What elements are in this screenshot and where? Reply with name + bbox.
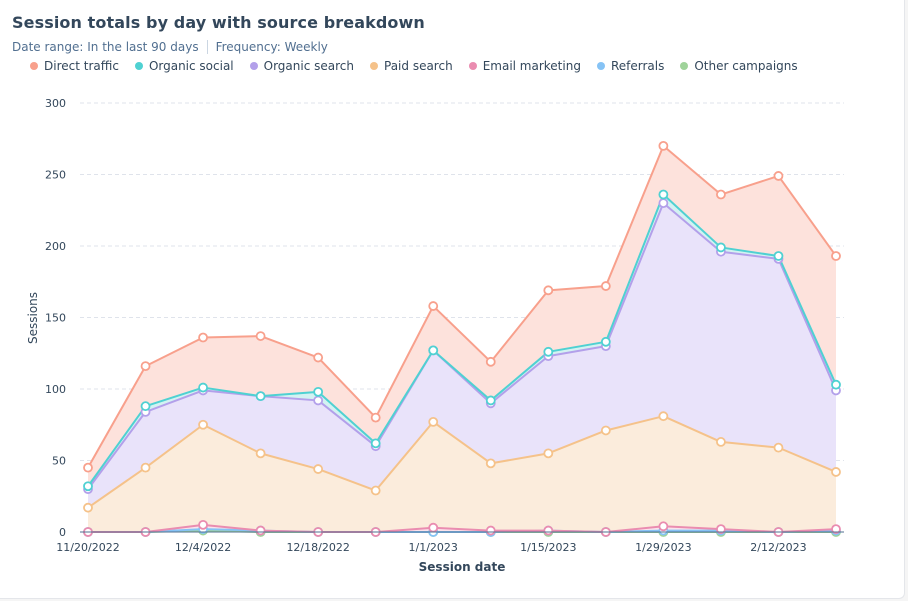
point-organic-social[interactable]	[543, 346, 554, 357]
point-direct-traffic[interactable]	[428, 301, 439, 311]
point-paid-search[interactable]	[543, 448, 554, 459]
point-direct-traffic[interactable]	[773, 171, 784, 181]
point-paid-search[interactable]	[773, 442, 784, 453]
y-tick-label: 300	[45, 97, 66, 110]
point-paid-search[interactable]	[140, 462, 151, 473]
stacked-area-chart: 0 50 100 150 200 250 300 11/20/2022 12/4/2022 12…	[26, 97, 844, 574]
point-direct-traffic[interactable]	[658, 140, 669, 151]
x-tick-label: 1/15/2023	[520, 541, 576, 554]
y-axis-title: Sessions	[26, 292, 40, 344]
point-organic-social[interactable]	[83, 481, 93, 492]
point-paid-search[interactable]	[485, 458, 496, 469]
point-direct-traffic[interactable]	[140, 361, 151, 372]
point-paid-search[interactable]	[600, 425, 611, 436]
point-email-marketing[interactable]	[485, 525, 496, 536]
y-tick-label: 50	[52, 455, 66, 468]
point-direct-traffic[interactable]	[485, 356, 496, 367]
point-direct-traffic[interactable]	[198, 332, 208, 343]
point-direct-traffic[interactable]	[716, 189, 726, 200]
point-email-marketing[interactable]	[255, 525, 266, 536]
point-organic-social[interactable]	[600, 336, 611, 347]
point-organic-social[interactable]	[485, 395, 496, 406]
point-organic-social[interactable]	[140, 401, 151, 412]
x-tick-label: 12/18/2022	[286, 541, 349, 554]
x-tick-label: 11/20/2022	[56, 541, 119, 554]
x-axis: 11/20/2022 12/4/2022 12/18/2022 1/1/2023 1/1…	[56, 531, 844, 554]
point-direct-traffic[interactable]	[255, 331, 266, 341]
point-email-marketing[interactable]	[198, 519, 208, 530]
y-tick-label: 200	[45, 240, 66, 253]
point-email-marketing[interactable]	[543, 525, 554, 536]
y-tick-label: 150	[45, 312, 66, 325]
point-paid-search[interactable]	[370, 485, 381, 496]
point-organic-social[interactable]	[313, 386, 324, 397]
point-direct-traffic[interactable]	[600, 281, 611, 291]
point-organic-social[interactable]	[255, 391, 266, 402]
x-tick-label: 12/4/2022	[175, 541, 231, 554]
x-tick-label: 1/29/2023	[635, 541, 691, 554]
x-tick-label: 2/12/2023	[750, 541, 806, 554]
point-email-marketing[interactable]	[658, 521, 669, 532]
point-direct-traffic[interactable]	[313, 352, 324, 363]
point-organic-social[interactable]	[428, 345, 439, 356]
y-tick-label: 250	[45, 169, 66, 182]
point-direct-traffic[interactable]	[543, 285, 554, 296]
y-axis-ticks: 0 50 100 150 200 250 300	[45, 97, 66, 539]
point-organic-social[interactable]	[198, 382, 208, 393]
point-organic-social[interactable]	[773, 251, 784, 261]
point-paid-search[interactable]	[313, 464, 324, 474]
x-tick-label: 1/1/2023	[409, 541, 458, 554]
point-paid-search[interactable]	[255, 448, 266, 459]
point-paid-search[interactable]	[198, 419, 208, 430]
point-organic-search[interactable]	[313, 395, 324, 406]
point-paid-search[interactable]	[658, 411, 669, 422]
point-direct-traffic[interactable]	[83, 462, 93, 473]
point-direct-traffic[interactable]	[370, 412, 381, 423]
point-organic-social[interactable]	[658, 189, 669, 200]
y-tick-label: 0	[59, 526, 66, 539]
point-organic-social[interactable]	[370, 438, 381, 449]
point-organic-social[interactable]	[831, 379, 841, 390]
point-direct-traffic[interactable]	[831, 251, 841, 261]
point-paid-search[interactable]	[83, 502, 93, 513]
y-tick-label: 100	[45, 383, 66, 396]
chart-card: Session totals by day with source breakd…	[0, 0, 905, 599]
point-email-marketing[interactable]	[428, 522, 439, 533]
x-axis-title: Session date	[419, 560, 506, 574]
point-organic-search[interactable]	[658, 198, 669, 209]
point-paid-search[interactable]	[831, 467, 841, 477]
point-organic-social[interactable]	[716, 242, 726, 253]
point-paid-search[interactable]	[716, 437, 726, 447]
point-paid-search[interactable]	[428, 416, 439, 427]
